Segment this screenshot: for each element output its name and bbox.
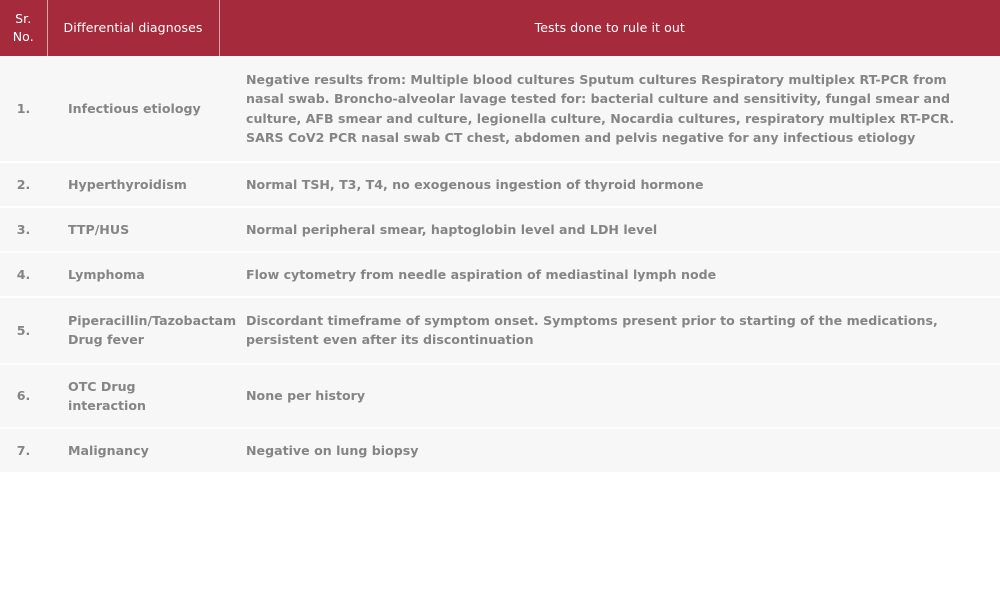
cell-diagnosis: Piperacillin/Tazobactam Drug fever	[68, 313, 237, 348]
column-header-serial-number-line1: Sr.	[15, 11, 32, 26]
cell-diagnosis: Infectious etiology	[68, 100, 201, 116]
table-row: 2. Hyperthyroidism Normal TSH, T3, T4, n…	[0, 161, 1000, 207]
table-row: 3. TTP/HUS Normal peripheral smear, hapt…	[0, 206, 1000, 253]
cell-tests: Normal TSH, T3, T4, no exogenous ingesti…	[246, 176, 704, 192]
cell-serial-number: 7.	[16, 442, 31, 458]
cell-tests: None per history	[246, 388, 366, 404]
cell-diagnosis: Hyperthyroidism	[68, 176, 187, 192]
cell-serial-number: 1.	[16, 100, 31, 116]
cell-tests: Discordant timeframe of symptom onset. S…	[246, 313, 938, 348]
table-row: 5. Piperacillin/Tazobactam Drug fever Di…	[0, 297, 1000, 364]
table-row: 6. OTC Drug interaction None per history	[0, 363, 1000, 428]
column-header-serial-number-line2: No.	[12, 29, 34, 45]
table-header-row: Sr. No. Differential diagnoses Tests don…	[0, 0, 1000, 57]
cell-serial-number: 2.	[16, 176, 31, 192]
table-body: 1. Infectious etiology Negative results …	[0, 56, 1000, 472]
table-row: 1. Infectious etiology Negative results …	[0, 56, 1000, 162]
cell-tests: Normal peripheral smear, haptoglobin lev…	[246, 221, 658, 237]
cell-tests: Flow cytometry from needle aspiration of…	[246, 267, 717, 283]
cell-serial-number: 6.	[16, 388, 31, 404]
cell-tests: Negative results from: Multiple blood cu…	[246, 72, 955, 145]
cell-diagnosis: Malignancy	[68, 442, 149, 458]
column-header-serial-number: Sr. No.	[0, 0, 48, 57]
differential-diagnoses-table-container: Sr. No. Differential diagnoses Tests don…	[0, 0, 1000, 472]
table-row: 7. Malignancy Negative on lung biopsy	[0, 427, 1000, 472]
cell-diagnosis: Lymphoma	[68, 267, 145, 283]
cell-diagnosis: OTC Drug interaction	[68, 378, 146, 413]
cell-tests: Negative on lung biopsy	[246, 442, 419, 458]
cell-diagnosis: TTP/HUS	[68, 221, 130, 237]
column-header-differential-diagnoses: Differential diagnoses	[47, 0, 220, 57]
column-header-tests-done: Tests done to rule it out	[534, 20, 685, 36]
cell-serial-number: 4.	[16, 267, 31, 283]
cell-serial-number: 5.	[16, 322, 31, 338]
table-row: 4. Lymphoma Flow cytometry from needle a…	[0, 252, 1000, 298]
cell-serial-number: 3.	[16, 221, 31, 237]
differential-diagnoses-table: Sr. No. Differential diagnoses Tests don…	[0, 0, 1000, 472]
table-header: Sr. No. Differential diagnoses Tests don…	[0, 0, 1000, 57]
